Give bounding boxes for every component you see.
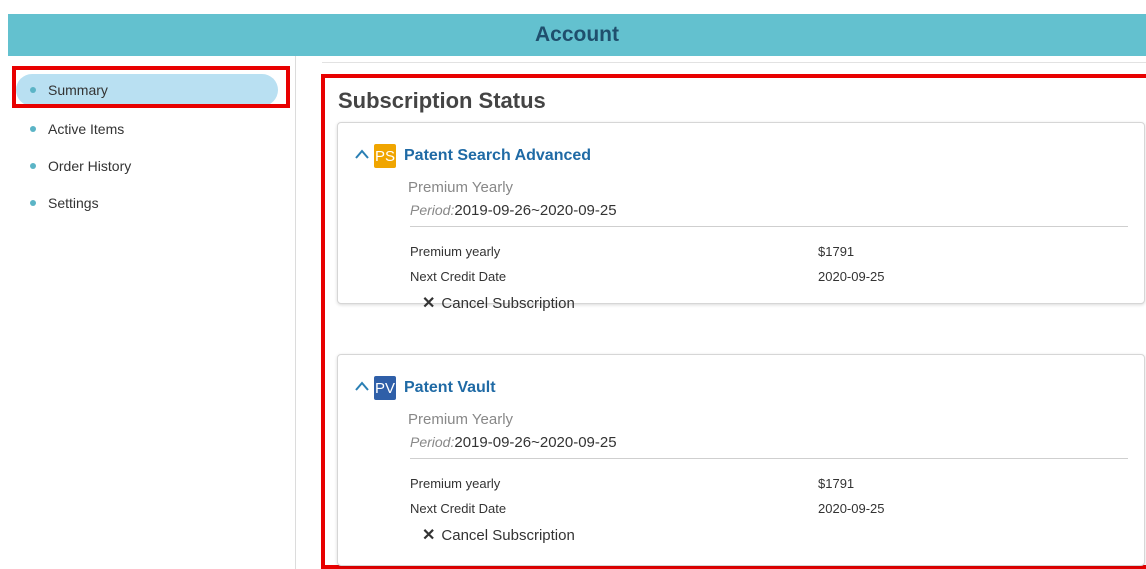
product-badge-icon: PS [374,144,396,168]
sidebar-item-settings[interactable]: Settings [16,187,278,219]
sidebar-item-label: Active Items [48,121,125,137]
cancel-label: Cancel Subscription [441,294,575,312]
highlight-box [12,66,290,108]
sidebar-item-label: Settings [48,195,99,211]
period-value: 2019-09-26~2020-09-25 [454,202,617,219]
divider [322,62,1146,63]
plan-name: Premium Yearly [408,179,514,196]
row-label: Next Credit Date [410,501,507,516]
sidebar: Summary Active Items Order History Setti… [8,56,296,569]
period: Period:2019-09-26~2020-09-25 [410,434,617,451]
row-value: 2020-09-25 [818,501,885,516]
row-value: $1791 [818,476,855,491]
page-title: Account [535,23,619,46]
subscription-card: PS Patent Search Advanced Premium Yearly… [337,122,1145,312]
bullet-icon [30,200,36,206]
row-value: $1791 [818,244,855,259]
divider [410,458,1128,459]
period-label: Period: [410,202,455,218]
sidebar-item-label: Order History [48,158,132,174]
close-icon: ✕ [422,295,436,312]
sidebar-item-order-history[interactable]: Order History [16,150,278,182]
row-label: Next Credit Date [410,269,507,284]
section-title: Subscription Status [338,88,546,113]
bullet-icon [30,126,36,132]
row-label: Premium yearly [410,476,501,491]
product-name[interactable]: Patent Vault [404,379,496,397]
sidebar-item-active-items[interactable]: Active Items [16,113,278,145]
cancel-label: Cancel Subscription [441,526,575,544]
subscription-card: PV Patent Vault Premium Yearly Period:20… [337,354,1145,566]
product-name[interactable]: Patent Search Advanced [404,147,591,165]
cancel-subscription-button[interactable]: ✕ Cancel Subscription [422,293,575,313]
row-label: Premium yearly [410,244,501,259]
cancel-subscription-button[interactable]: ✕ Cancel Subscription [422,525,575,545]
bullet-icon [30,163,36,169]
divider [410,226,1128,227]
chevron-up-icon[interactable] [354,379,370,397]
close-icon: ✕ [422,527,436,544]
row-value: 2020-09-25 [818,269,885,284]
chevron-up-icon[interactable] [354,147,370,165]
product-badge-icon: PV [374,376,396,400]
plan-name: Premium Yearly [408,411,514,428]
period-value: 2019-09-26~2020-09-25 [454,434,617,451]
period: Period:2019-09-26~2020-09-25 [410,202,617,219]
period-label: Period: [410,434,455,450]
page-header: Account [8,14,1146,56]
